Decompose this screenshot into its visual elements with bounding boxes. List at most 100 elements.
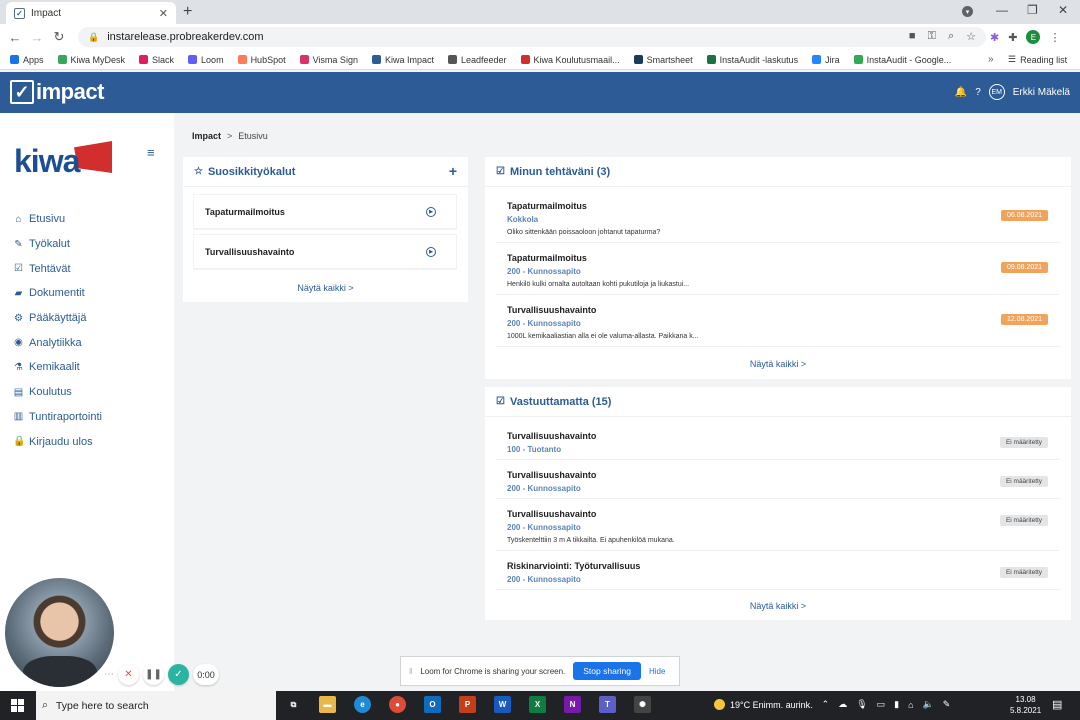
bookmark-item[interactable]: Smartsheet — [633, 55, 693, 65]
sidebar-item[interactable]: ☑ Tehtävät — [13, 256, 102, 281]
lock-icon[interactable]: 🔒 — [88, 32, 99, 43]
chrome-icon[interactable]: ● — [389, 696, 406, 713]
bookmark-item[interactable]: Kiwa Koulutusmaail... — [520, 55, 620, 65]
pen-icon[interactable]: ✎ — [943, 699, 951, 710]
profile-avatar[interactable]: E — [1026, 30, 1041, 44]
network-icon[interactable]: ⌂ — [908, 700, 913, 710]
browser-tab[interactable]: ✓ Impact ✕ — [6, 2, 176, 24]
omnibox[interactable]: 🔒 instarelease.probreakerdev.com ■ ⚿ ⌕ ☆ — [78, 27, 986, 47]
zoom-icon[interactable]: ⌕ — [948, 30, 954, 43]
user-avatar[interactable]: EM — [988, 84, 1005, 100]
hide-button[interactable]: Hide — [649, 667, 665, 676]
breadcrumb-root[interactable]: Impact — [192, 131, 221, 141]
onedrive-icon[interactable]: ☁ — [838, 699, 847, 710]
bookmark-item[interactable]: Leadfeeder — [447, 55, 507, 65]
forward-icon[interactable]: → — [26, 30, 48, 45]
extension-icon[interactable]: ✱ — [990, 31, 999, 44]
add-favorite-icon[interactable]: + — [449, 163, 457, 179]
mic-icon[interactable]: 🎙 — [856, 699, 867, 710]
user-name[interactable]: Erkki Mäkelä — [1013, 87, 1070, 98]
url-text[interactable]: instarelease.probreakerdev.com — [107, 31, 263, 43]
star-icon[interactable]: ☆ — [966, 30, 976, 43]
taskbar-search-box[interactable]: ⌕ Type here to search — [36, 691, 276, 720]
bookmark-item[interactable]: Loom — [188, 55, 224, 65]
teams-icon[interactable]: T — [599, 696, 616, 713]
task-row[interactable]: Turvallisuushavainto 200 - Kunnossapito Ei… — [496, 464, 1060, 499]
my-tasks-show-all-link[interactable]: Näytä kaikki > — [485, 359, 1071, 369]
drag-handle-icon[interactable]: ‖ — [409, 667, 412, 676]
loom-webcam-bubble[interactable] — [5, 578, 114, 687]
favorites-show-all-link[interactable]: Näytä kaikki > — [183, 283, 468, 293]
help-icon[interactable]: ? — [975, 87, 981, 98]
taskbar-clock[interactable]: 13.08 5.8.2021 — [1010, 694, 1041, 716]
task-row[interactable]: Turvallisuushavainto 100 - Tuotanto Ei mää… — [496, 425, 1060, 460]
impact-logo[interactable]: ✓ impact — [10, 79, 104, 105]
bookmark-item[interactable]: InstaAudit - Google... — [853, 55, 951, 65]
loom-more-icon[interactable]: ⋯ — [104, 664, 114, 685]
battery-icon[interactable]: ▮ — [894, 699, 899, 710]
restore-icon[interactable]: ❐ — [1027, 3, 1038, 17]
menu-dots-icon[interactable]: ⋮ — [1049, 31, 1060, 44]
loom-app-icon[interactable]: ✺ — [634, 696, 651, 713]
sidebar-item[interactable]: ▤ Koulutus — [13, 380, 102, 405]
reload-icon[interactable]: ↻ — [48, 29, 70, 45]
sidebar-item[interactable]: ⌂ Etusivu — [13, 207, 102, 232]
loom-finish-icon[interactable]: ✓ — [168, 664, 189, 685]
sidebar-item[interactable]: ⚙ Pääkäyttäjä — [13, 306, 102, 331]
task-row[interactable]: Tapaturmailmoitus 200 - Kunnossapito Henki… — [496, 247, 1060, 295]
bookmarks-overflow-icon[interactable]: » — [988, 54, 994, 65]
bookmark-item[interactable]: InstaAudit -laskutus — [706, 55, 798, 65]
back-icon[interactable]: ← — [4, 30, 26, 45]
bookmark-item[interactable]: Kiwa MyDesk — [57, 55, 125, 65]
stop-sharing-button[interactable]: Stop sharing — [573, 662, 641, 680]
task-row[interactable]: Riskinarviointi: Työturvallisuus 200 - Ku… — [496, 555, 1060, 590]
display-icon[interactable]: ▭ — [877, 699, 886, 710]
loom-cancel-icon[interactable]: ✕ — [118, 664, 139, 685]
sidebar-item[interactable]: ▰ Dokumentit — [13, 281, 102, 306]
bookmark-item[interactable]: Kiwa Impact — [371, 55, 434, 65]
bookmark-item[interactable]: HubSpot — [237, 55, 286, 65]
tab-search-icon[interactable]: ▾ — [962, 6, 973, 17]
task-row[interactable]: Turvallisuushavainto 200 - Kunnossapito 10… — [496, 299, 1060, 347]
play-circle-icon[interactable]: ▶ — [426, 207, 436, 217]
task-row[interactable]: Tapaturmailmoitus Kokkola Oliko sittenkään… — [496, 195, 1060, 243]
play-circle-icon[interactable]: ▶ — [426, 247, 436, 257]
hamburger-menu-icon[interactable]: ≡ — [147, 145, 155, 160]
sidebar-item[interactable]: ◉ Analytiikka — [13, 330, 102, 355]
windows-start-icon[interactable] — [11, 699, 24, 712]
bookmark-item[interactable]: Slack — [139, 55, 174, 65]
sidebar-item[interactable]: ⚗ Kemikaalit — [13, 355, 102, 380]
bookmark-item[interactable]: Apps — [10, 55, 44, 65]
powerpoint-icon[interactable]: P — [459, 696, 476, 713]
volume-icon[interactable]: 🔈 — [923, 699, 934, 710]
key-icon[interactable]: ⚿ — [928, 30, 936, 43]
camera-icon[interactable]: ■ — [909, 30, 916, 43]
reading-list-button[interactable]: ☰ Reading list — [1008, 54, 1067, 65]
favorite-item[interactable]: Turvallisuushavainto ▶ — [194, 235, 456, 269]
outlook-icon[interactable]: O — [424, 696, 441, 713]
notifications-icon[interactable]: ▤ — [1052, 698, 1062, 711]
minimize-icon[interactable]: — — [996, 3, 1008, 17]
word-icon[interactable]: W — [494, 696, 511, 713]
sidebar-item[interactable]: 🔒 Kirjaudu ulos — [13, 429, 102, 454]
onenote-icon[interactable]: N — [564, 696, 581, 713]
excel-icon[interactable]: X — [529, 696, 546, 713]
file-explorer-icon[interactable]: ▬ — [319, 696, 336, 713]
loom-pause-icon[interactable]: ❚❚ — [143, 664, 164, 685]
puzzle-icon[interactable]: ✚ — [1008, 31, 1017, 44]
favorite-item[interactable]: Tapaturmailmoitus ▶ — [194, 195, 456, 229]
chevron-up-icon[interactable]: ⌃ — [822, 699, 830, 710]
sidebar-item[interactable]: ✎ Työkalut — [13, 232, 102, 257]
task-view-icon[interactable]: ⧉ — [285, 696, 302, 713]
task-row[interactable]: Turvallisuushavainto 200 - Kunnossapito Ty… — [496, 503, 1060, 551]
sidebar-item[interactable]: ▥ Tuntiraportointi — [13, 405, 102, 430]
close-window-icon[interactable]: ✕ — [1058, 3, 1068, 17]
weather-widget[interactable]: 19°C Enimm. aurink. — [714, 699, 813, 710]
new-tab-icon[interactable]: + — [183, 3, 192, 21]
bookmark-item[interactable]: Visma Sign — [299, 55, 358, 65]
bookmark-item[interactable]: Jira — [812, 55, 840, 65]
close-tab-icon[interactable]: ✕ — [159, 7, 168, 20]
edge-icon[interactable]: e — [354, 696, 371, 713]
unassigned-show-all-link[interactable]: Näytä kaikki > — [485, 601, 1071, 611]
bell-icon[interactable]: 🔔 — [955, 87, 967, 98]
